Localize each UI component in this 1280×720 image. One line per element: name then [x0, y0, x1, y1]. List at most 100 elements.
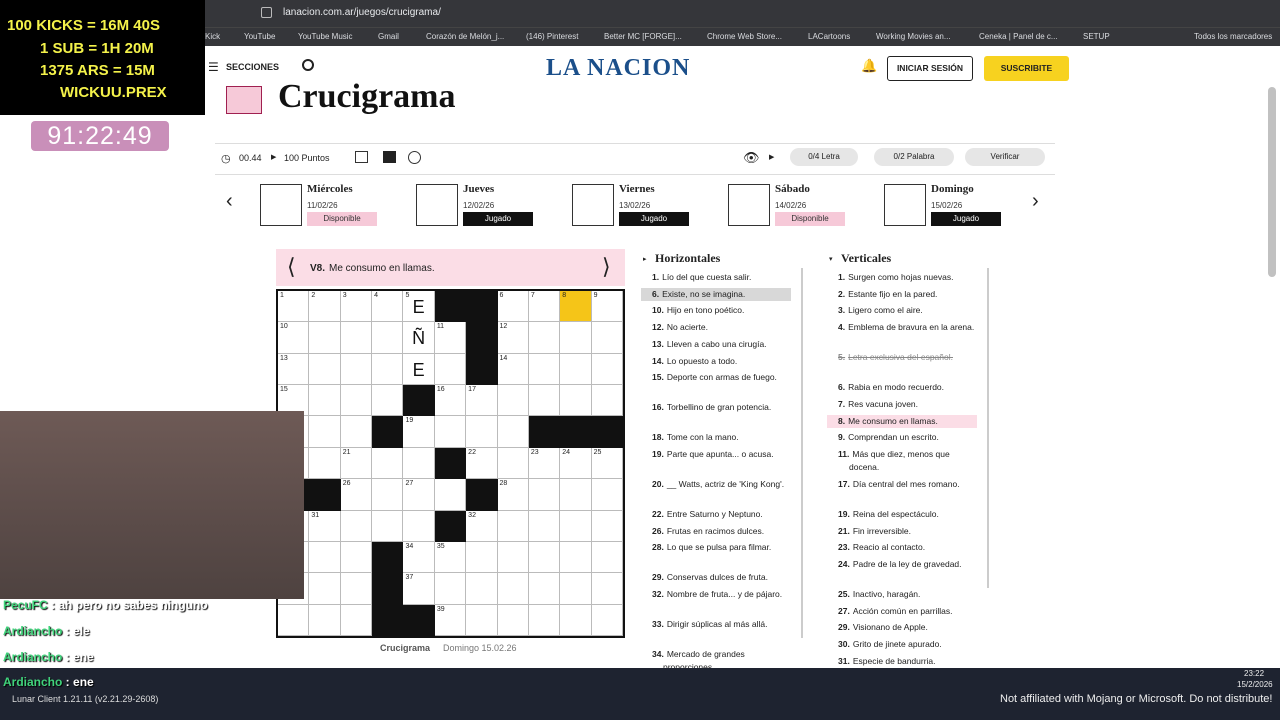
grid-cell[interactable]	[372, 353, 404, 386]
clue-item[interactable]: 15. Deporte con armas de fuego.	[641, 371, 791, 384]
clue-item[interactable]: 3. Ligero como el aire.	[827, 304, 977, 317]
login-button[interactable]: INICIAR SESIÓN	[887, 56, 973, 81]
grid-cell[interactable]	[434, 416, 467, 448]
clue-item[interactable]: 29. Visionano de Apple.	[827, 621, 977, 634]
clue-item[interactable]: 29. Conservas dulces de fruta.	[641, 571, 791, 584]
grid-cell[interactable]	[466, 541, 498, 574]
site-logo[interactable]: LA NACION	[546, 55, 690, 82]
help-icon[interactable]	[408, 151, 421, 164]
clue-item[interactable]: 30. Grito de jinete apurado.	[827, 638, 977, 651]
grid-cell[interactable]	[340, 510, 373, 542]
clue-item[interactable]: 33. Dirigir súplicas al más allá.	[641, 618, 791, 631]
clue-item[interactable]: 23. Reacio al contacto.	[827, 541, 977, 554]
clue-item[interactable]: 32. Nombre de fruta... y de pájaro.	[641, 588, 791, 601]
grid-cell[interactable]: 7	[528, 291, 561, 323]
grid-cell[interactable]: 31	[309, 510, 341, 542]
grid-cell[interactable]	[497, 604, 529, 636]
bookmark-setup[interactable]: SETUP	[1083, 32, 1110, 41]
grid-cell[interactable]	[340, 604, 373, 636]
clue-item[interactable]: 10. Hijo en tono poético.	[641, 304, 791, 317]
secciones-link[interactable]: SECCIONES	[226, 62, 279, 72]
grid-cell[interactable]: 35	[434, 541, 467, 574]
grid-cell[interactable]	[309, 604, 341, 636]
subscribe-button[interactable]: SUSCRIBITE	[984, 56, 1069, 81]
clue-item[interactable]: 27. Acción común en parrillas.	[827, 605, 977, 618]
clue-item[interactable]: 6. Existe, no se imagina.	[641, 287, 791, 301]
grid-cell[interactable]	[497, 541, 529, 574]
grid-cell[interactable]: 8	[560, 291, 592, 323]
grid-cell[interactable]: 37	[403, 573, 435, 605]
grid-cell[interactable]	[497, 573, 529, 605]
grid-cell[interactable]	[560, 322, 592, 354]
prev-clue-arrow[interactable]: ⟨	[287, 254, 296, 280]
clue-item[interactable]: 20. __ Watts, actriz de 'King Kong'.	[641, 478, 791, 491]
calendar-icon[interactable]	[355, 151, 368, 163]
grid-cell[interactable]	[340, 573, 373, 605]
bookmark-lacartoons[interactable]: LACartoons	[808, 32, 850, 41]
grid-cell[interactable]: 39	[434, 604, 467, 636]
clue-item[interactable]: 26. Frutas en racimos dulces.	[641, 525, 791, 538]
grid-cell[interactable]: 34	[403, 541, 435, 574]
grid-cell[interactable]	[591, 385, 623, 417]
clue-item[interactable]: 5. Letra exclusiva del español.	[827, 351, 977, 364]
grid-cell[interactable]	[560, 353, 592, 386]
grid-cell[interactable]	[434, 479, 467, 511]
grid-cell[interactable]	[591, 353, 623, 386]
bell-icon[interactable]: 🔔	[861, 58, 877, 74]
grid-cell[interactable]	[340, 541, 373, 574]
grid-cell[interactable]	[528, 604, 561, 636]
grid-cell[interactable]: 6	[497, 291, 529, 323]
grid-cell[interactable]	[372, 447, 404, 480]
bookmark-chrome-store[interactable]: Chrome Web Store...	[707, 32, 782, 41]
play-icon[interactable]: ▶	[271, 153, 276, 161]
grid-cell[interactable]	[560, 573, 592, 605]
clue-item[interactable]: 17. Día central del mes romano.	[827, 478, 977, 491]
clue-item[interactable]: 2. Estante fijo en la pared.	[827, 288, 977, 301]
grid-cell[interactable]	[591, 479, 623, 511]
clue-item[interactable]: 16. Torbellino de gran potencia.	[641, 401, 791, 414]
bookmark-pinterest[interactable]: (146) Pinterest	[526, 32, 578, 41]
grid-cell[interactable]	[528, 322, 561, 354]
grid-cell[interactable]	[560, 510, 592, 542]
collapse-horizontales-icon[interactable]: ▸	[643, 255, 647, 263]
grid-cell[interactable]	[528, 573, 561, 605]
verify-button[interactable]: Verificar	[965, 148, 1045, 166]
grid-cell[interactable]	[340, 322, 373, 354]
grid-cell[interactable]	[309, 541, 341, 574]
url-field[interactable]: lanacion.com.ar/juegos/crucigrama/	[283, 7, 441, 18]
grid-cell[interactable]	[591, 573, 623, 605]
clue-item[interactable]: 21. Fin irreversible.	[827, 525, 977, 538]
grid-cell[interactable]	[372, 322, 404, 354]
collapse-verticales-icon[interactable]: ▾	[829, 255, 833, 263]
grid-cell[interactable]: 27	[403, 479, 435, 511]
grid-cell[interactable]	[372, 385, 404, 417]
grid-cell[interactable]	[591, 510, 623, 542]
grid-cell[interactable]: 32	[466, 510, 498, 542]
reveal-eye-icon[interactable]: 👁	[743, 150, 760, 166]
grid-cell[interactable]: 21	[340, 447, 373, 480]
clue-item[interactable]: 4. Emblema de bravura en la arena.	[827, 321, 977, 334]
bookmark-kick[interactable]: Kick	[205, 32, 220, 41]
bookmark-youtube[interactable]: YouTube	[244, 32, 275, 41]
grid-cell[interactable]: 22	[466, 447, 498, 480]
grid-cell[interactable]	[309, 385, 341, 417]
clue-item[interactable]: 13. Lleven a cabo una cirugía.	[641, 338, 791, 351]
clue-item[interactable]: 19. Parte que apunta... o acusa.	[641, 448, 791, 461]
grid-cell[interactable]	[309, 353, 341, 386]
grid-cell[interactable]: 4	[372, 291, 404, 323]
horizontales-scrollbar[interactable]	[801, 268, 803, 638]
clue-item[interactable]: 11. Más que diez, menos que docena.	[827, 448, 977, 474]
grid-cell[interactable]	[560, 541, 592, 574]
grid-cell[interactable]: 9	[591, 291, 623, 323]
bookmark-all[interactable]: Todos los marcadores	[1194, 32, 1272, 41]
bookmark-gmail[interactable]: Gmail	[378, 32, 399, 41]
grid-cell[interactable]	[497, 510, 529, 542]
grid-cell[interactable]: 3	[340, 291, 373, 323]
grid-cell[interactable]	[528, 510, 561, 542]
grid-cell[interactable]	[560, 604, 592, 636]
clue-item[interactable]: 14. Lo opuesto a todo.	[641, 355, 791, 368]
grid-cell[interactable]	[497, 447, 529, 480]
bookmark-working-movies[interactable]: Working Movies an...	[876, 32, 951, 41]
clue-item[interactable]: 31. Especie de bandurria.	[827, 655, 977, 668]
grid-cell[interactable]	[309, 447, 341, 480]
